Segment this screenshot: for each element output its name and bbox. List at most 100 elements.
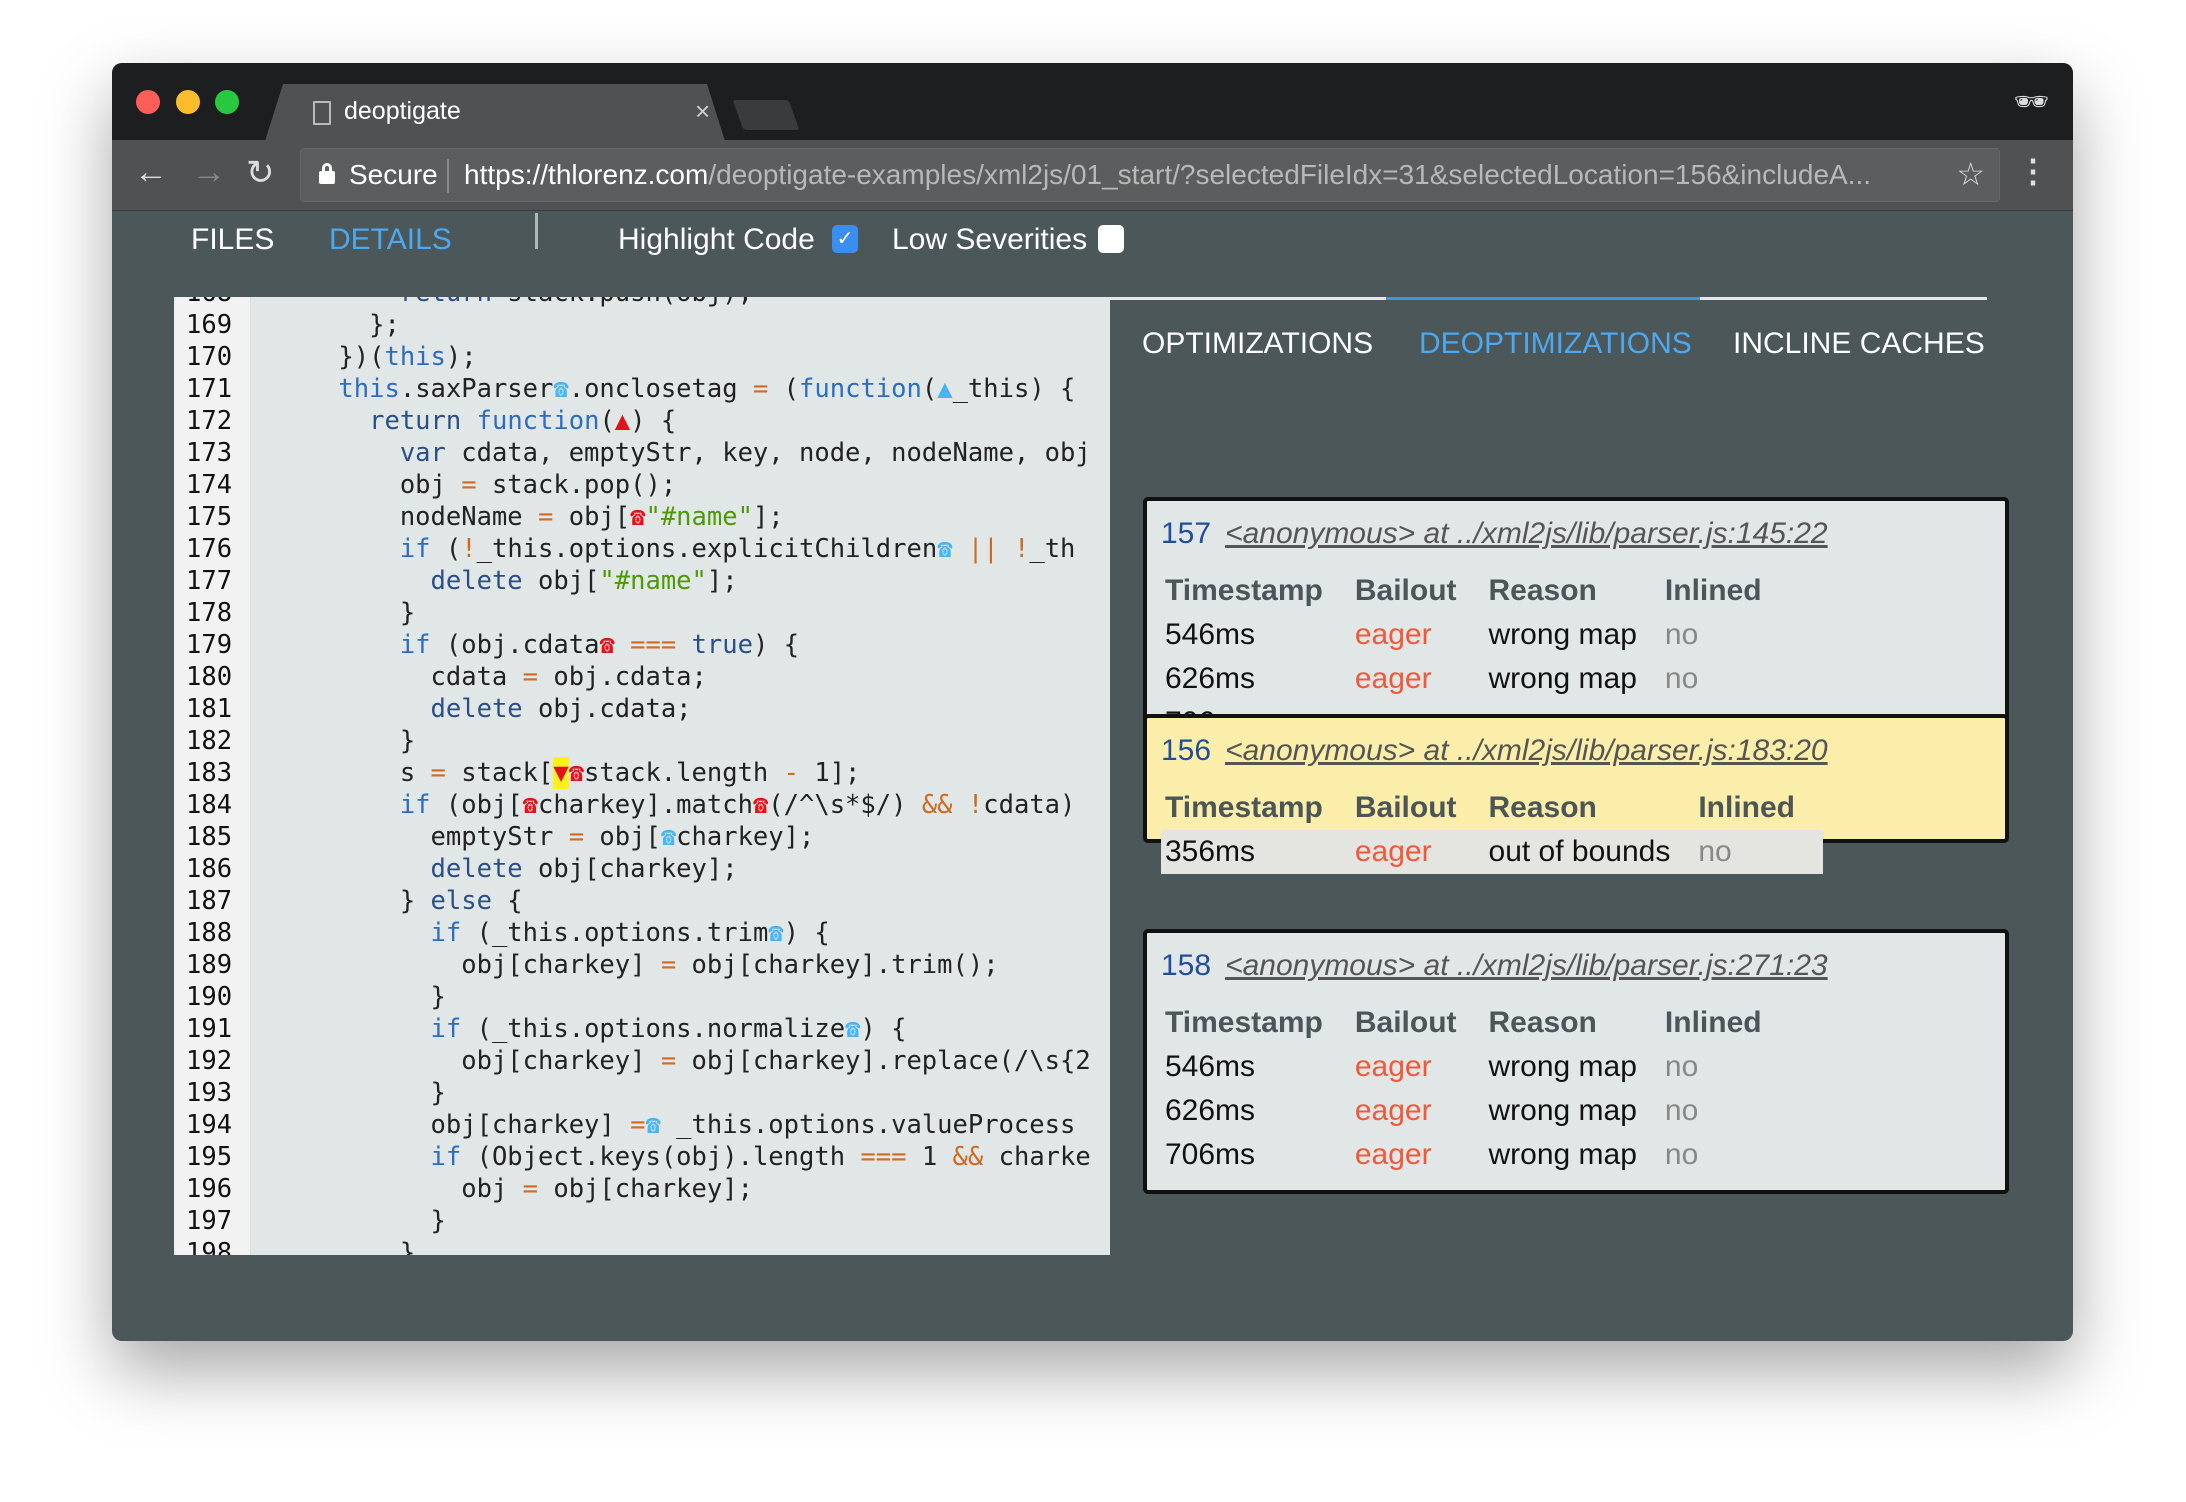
cell-timestamp: 546ms bbox=[1165, 1050, 1256, 1083]
forward-icon[interactable]: → bbox=[192, 153, 226, 192]
code-line: 190 } bbox=[174, 981, 1110, 1013]
line-source: obj = stack.pop(); bbox=[277, 469, 676, 501]
low-severities-checkbox[interactable] bbox=[1098, 225, 1124, 253]
reload-icon[interactable]: ↻ bbox=[246, 153, 275, 193]
cell-timestamp: 706ms bbox=[1165, 1138, 1256, 1171]
line-number: 174 bbox=[186, 470, 233, 500]
card-header: 158 <anonymous> at ../xml2js/lib/parser.j… bbox=[1161, 949, 1828, 983]
new-tab-button[interactable] bbox=[732, 100, 800, 130]
inline-cache-marker-icon[interactable]: ☎ bbox=[661, 821, 676, 853]
cell-inlined: no bbox=[1664, 618, 1699, 651]
line-source: } bbox=[277, 1237, 415, 1255]
code-line: 173 var cdata, emptyStr, key, node, node… bbox=[174, 437, 1110, 469]
inline-cache-marker-icon[interactable]: ☎ bbox=[553, 373, 568, 405]
code-line: 180 cdata = obj.cdata; bbox=[174, 661, 1110, 693]
code-text: (_this.options.normalize bbox=[461, 1014, 846, 1044]
column-header: Reason bbox=[1488, 791, 1597, 824]
code-line: 182 } bbox=[174, 725, 1110, 757]
url-text[interactable]: https://thlorenz.com/deoptigate-examples… bbox=[464, 159, 1924, 191]
line-number: 186 bbox=[186, 854, 233, 884]
minimize-window-button[interactable] bbox=[176, 90, 200, 114]
code-text: (_this.options.trim bbox=[461, 918, 769, 948]
code-line: 192 obj[charkey] = obj[charkey].replace(… bbox=[174, 1045, 1110, 1077]
operator: = bbox=[522, 662, 538, 692]
code-text: stack.length bbox=[584, 758, 784, 788]
nav-details[interactable]: DETAILS bbox=[329, 223, 452, 257]
star-icon[interactable]: ☆ bbox=[1956, 155, 1985, 193]
location-link[interactable]: <anonymous> at ../xml2js/lib/parser.js:1… bbox=[1225, 517, 1828, 550]
location-link[interactable]: <anonymous> at ../xml2js/lib/parser.js:2… bbox=[1225, 949, 1828, 982]
incognito-icon: 🕶 bbox=[2013, 86, 2049, 117]
operator: ! bbox=[1013, 534, 1030, 564]
code-text: { bbox=[491, 886, 523, 916]
inline-cache-marker-icon[interactable]: ☎ bbox=[523, 789, 538, 821]
inline-cache-marker-icon[interactable]: ☎ bbox=[845, 1013, 860, 1045]
code-line: 198 } bbox=[174, 1237, 1110, 1255]
table-row: 546ms eager wrong map no bbox=[1161, 1045, 1790, 1089]
keyword: function bbox=[476, 406, 600, 436]
code-line: 183 s = stack[▼☎stack.length - 1]; bbox=[174, 757, 1110, 789]
code-line: 178 } bbox=[174, 597, 1110, 629]
line-source: if (obj.cdata☎ === true) { bbox=[277, 629, 799, 661]
tab-incline-caches[interactable]: INCLINE CACHES bbox=[1733, 327, 1985, 361]
cell-bailout: eager bbox=[1354, 1094, 1432, 1127]
inline-cache-marker-icon[interactable]: ☎ bbox=[645, 1109, 660, 1141]
column-header: Bailout bbox=[1354, 791, 1457, 824]
cell-timestamp: 546ms bbox=[1165, 618, 1256, 651]
app-nav: FILES DETAILS Highlight Code ✓ Low Sever… bbox=[112, 211, 2073, 281]
deopt-card[interactable]: 156 <anonymous> at ../xml2js/lib/parser.j… bbox=[1143, 714, 2009, 874]
inline-cache-marker-icon[interactable]: ▲ bbox=[615, 405, 630, 437]
maximize-window-button[interactable] bbox=[215, 90, 239, 114]
active-tab-indicator bbox=[1386, 297, 1700, 300]
highlight-code-checkbox[interactable]: ✓ bbox=[832, 225, 858, 253]
code-text: } bbox=[277, 1078, 446, 1108]
line-number: 192 bbox=[186, 1046, 233, 1076]
cell-bailout: eager bbox=[1354, 618, 1432, 651]
close-window-button[interactable] bbox=[136, 90, 160, 114]
line-number: 198 bbox=[186, 1238, 233, 1255]
keyword: if bbox=[430, 1014, 462, 1044]
tab-optimizations[interactable]: OPTIMIZATIONS bbox=[1142, 327, 1373, 361]
keyword: if bbox=[399, 630, 431, 660]
keyword: if bbox=[430, 918, 462, 948]
keyword: else bbox=[430, 886, 492, 916]
deopt-card[interactable]: 158 <anonymous> at ../xml2js/lib/parser.j… bbox=[1143, 929, 2009, 1194]
line-source: if (_this.options.normalize☎) { bbox=[277, 1013, 907, 1045]
tab-close-icon[interactable]: × bbox=[695, 96, 710, 127]
cell-reason: out of bounds bbox=[1484, 830, 1695, 874]
nav-files[interactable]: FILES bbox=[191, 223, 274, 257]
address-bar[interactable]: Secure https://thlorenz.com/deoptigate-e… bbox=[300, 148, 2000, 202]
browser-tab[interactable]: deoptigate × bbox=[265, 84, 725, 141]
tab-deoptimizations[interactable]: DEOPTIMIZATIONS bbox=[1419, 327, 1692, 361]
line-number: 173 bbox=[186, 438, 233, 468]
divider bbox=[447, 159, 449, 193]
deopt-marker-icon[interactable]: ▼ bbox=[553, 757, 569, 789]
code-text: obj bbox=[277, 1174, 523, 1204]
table-row: 626ms eager wrong map no bbox=[1161, 1089, 1790, 1133]
inline-cache-marker-icon[interactable]: ☎ bbox=[753, 789, 768, 821]
code-line: 181 delete obj.cdata; bbox=[174, 693, 1110, 725]
keyword: delete bbox=[430, 694, 523, 724]
back-icon[interactable]: ← bbox=[134, 153, 168, 192]
code-line: 188 if (_this.options.trim☎) { bbox=[174, 917, 1110, 949]
inline-cache-marker-icon[interactable]: ☎ bbox=[768, 917, 783, 949]
code-view[interactable]: 168 return stack.push(obj);169 };170 })(… bbox=[174, 297, 1110, 1255]
code-text: (obj.cdata bbox=[430, 630, 600, 660]
line-number: 177 bbox=[186, 566, 233, 596]
inline-cache-marker-icon[interactable]: ☎ bbox=[569, 757, 584, 789]
inline-cache-marker-icon[interactable]: ☎ bbox=[630, 501, 645, 533]
inline-cache-marker-icon[interactable]: ▲ bbox=[937, 373, 952, 405]
string-literal: "#name" bbox=[645, 502, 753, 532]
line-source: } bbox=[277, 725, 415, 757]
code-line: 171 this.saxParser☎.onclosetag = (functi… bbox=[174, 373, 1110, 405]
low-severities-label: Low Severities bbox=[892, 223, 1088, 256]
code-text: ) { bbox=[630, 406, 677, 436]
code-line: 189 obj[charkey] = obj[charkey].trim(); bbox=[174, 949, 1110, 981]
inline-cache-marker-icon[interactable]: ☎ bbox=[599, 629, 614, 661]
inline-cache-marker-icon[interactable]: ☎ bbox=[937, 533, 952, 565]
line-source: var cdata, emptyStr, key, node, nodeName… bbox=[277, 437, 1091, 469]
location-link[interactable]: <anonymous> at ../xml2js/lib/parser.js:1… bbox=[1225, 734, 1828, 767]
menu-icon[interactable]: ⋮ bbox=[2017, 152, 2049, 190]
line-number: 172 bbox=[186, 406, 233, 436]
